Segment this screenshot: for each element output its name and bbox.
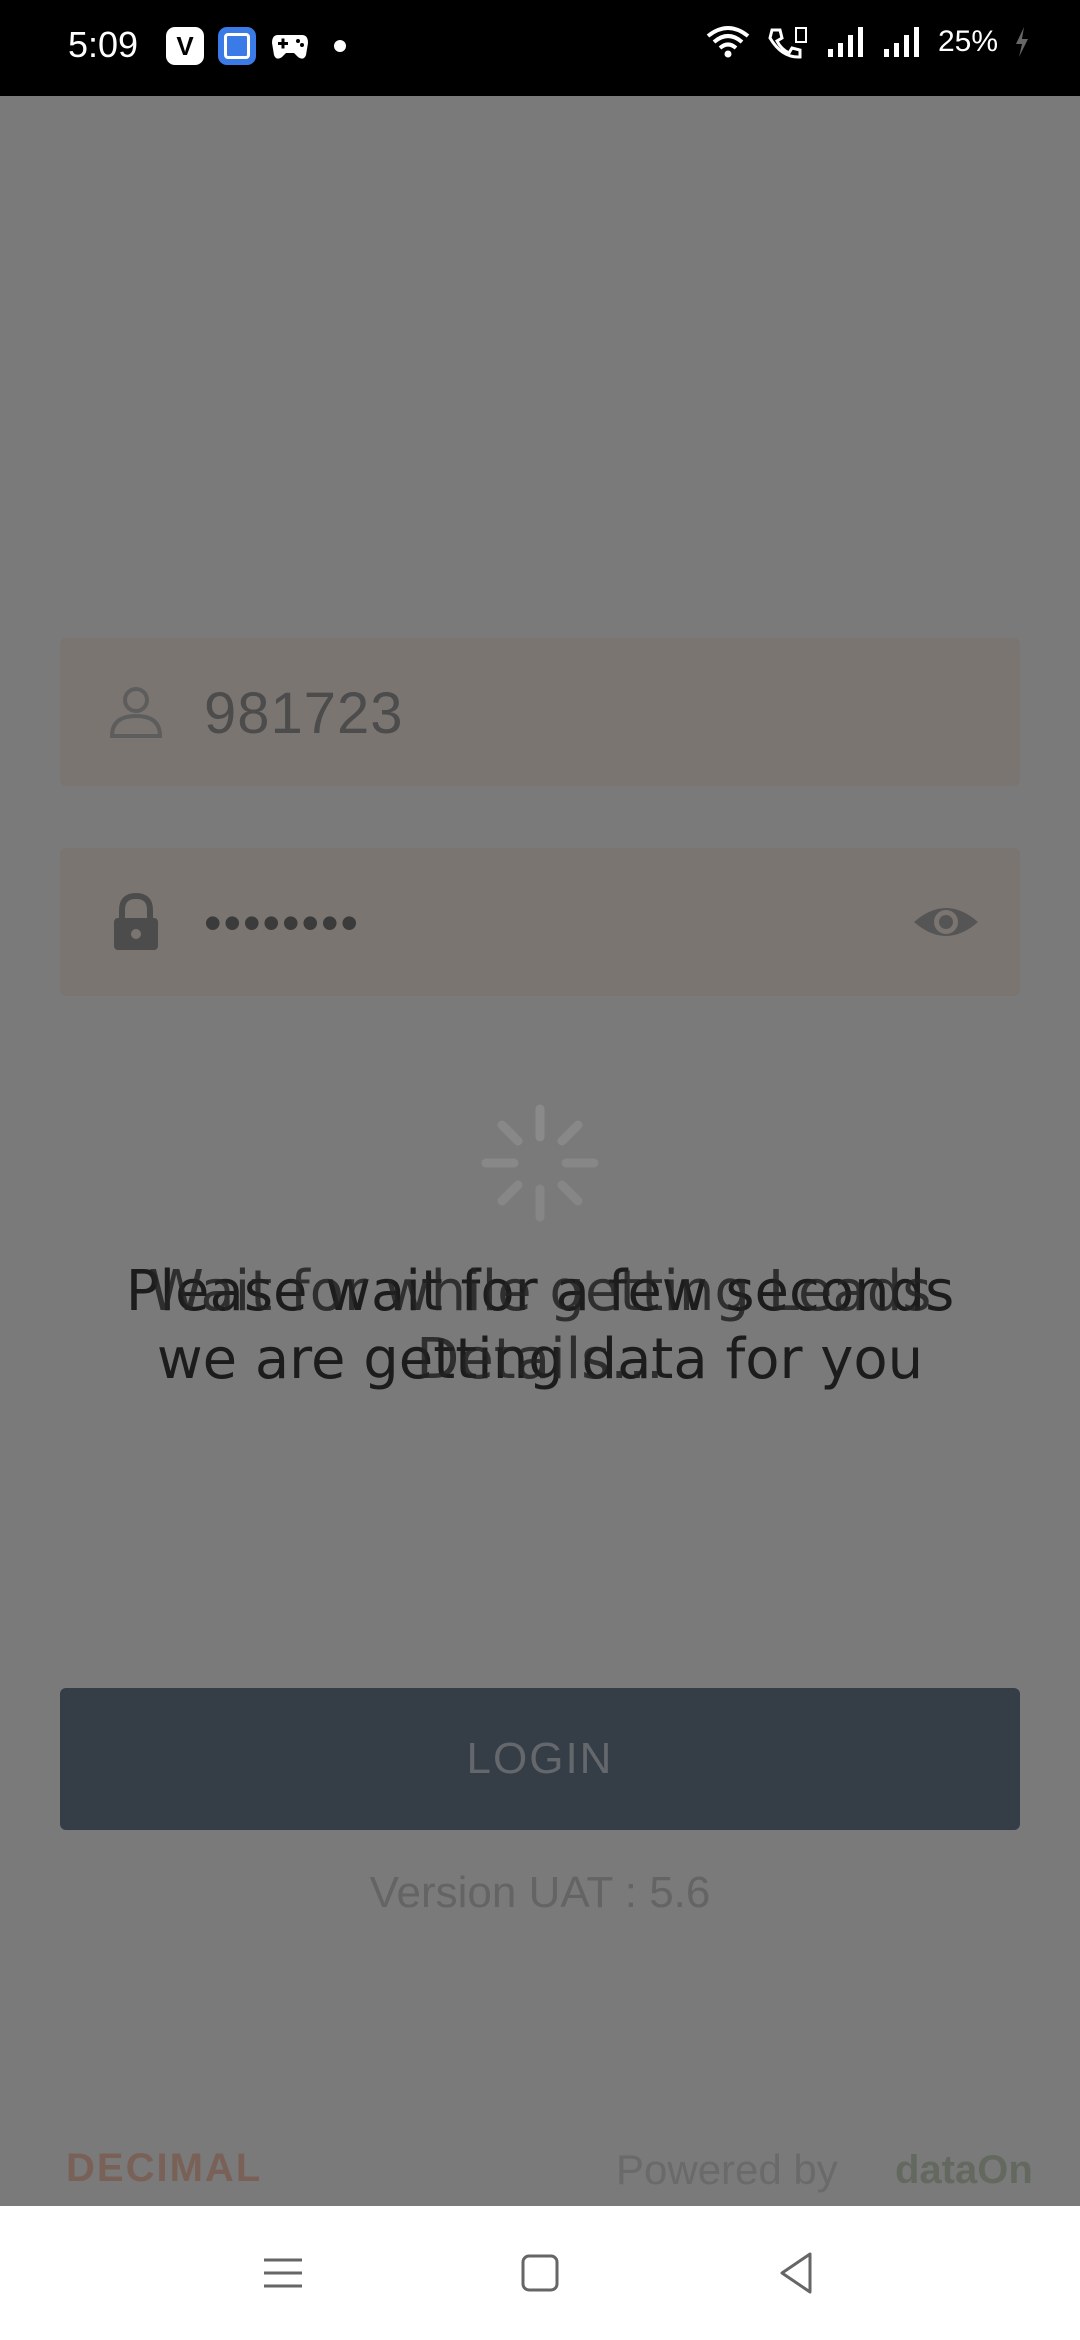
wifi-icon xyxy=(706,26,750,58)
overlap-line-1: Wait for while getting Leads xyxy=(148,1259,932,1324)
notification-icons: V xyxy=(166,27,346,65)
status-bar: 5:09 V 25% xyxy=(0,0,1080,96)
more-notifications-dot xyxy=(334,40,346,52)
volte-call-icon xyxy=(768,27,807,59)
loading-message-overlap: Wait for while getting Leads Details... xyxy=(0,1258,1080,1394)
home-icon[interactable] xyxy=(515,2248,565,2298)
navigation-bar xyxy=(0,2206,1080,2340)
loading-spinner-icon xyxy=(481,1104,599,1222)
gamepad-icon xyxy=(272,35,308,59)
battery-percent: 25% xyxy=(937,25,998,58)
multitask-app-icon xyxy=(218,27,256,65)
vimeo-app-icon: V xyxy=(166,27,204,65)
recent-apps-icon[interactable] xyxy=(258,2248,308,2298)
loading-overlay: Please wait for a few seconds we are get… xyxy=(0,96,1080,2206)
charging-icon xyxy=(1016,27,1028,57)
signal-1-icon xyxy=(827,27,863,57)
signal-2-icon xyxy=(883,27,919,57)
status-time: 5:09 xyxy=(68,24,139,65)
back-icon[interactable] xyxy=(772,2248,822,2298)
overlap-line-2: Details... xyxy=(416,1327,664,1392)
system-icons: 25% xyxy=(706,24,1030,60)
